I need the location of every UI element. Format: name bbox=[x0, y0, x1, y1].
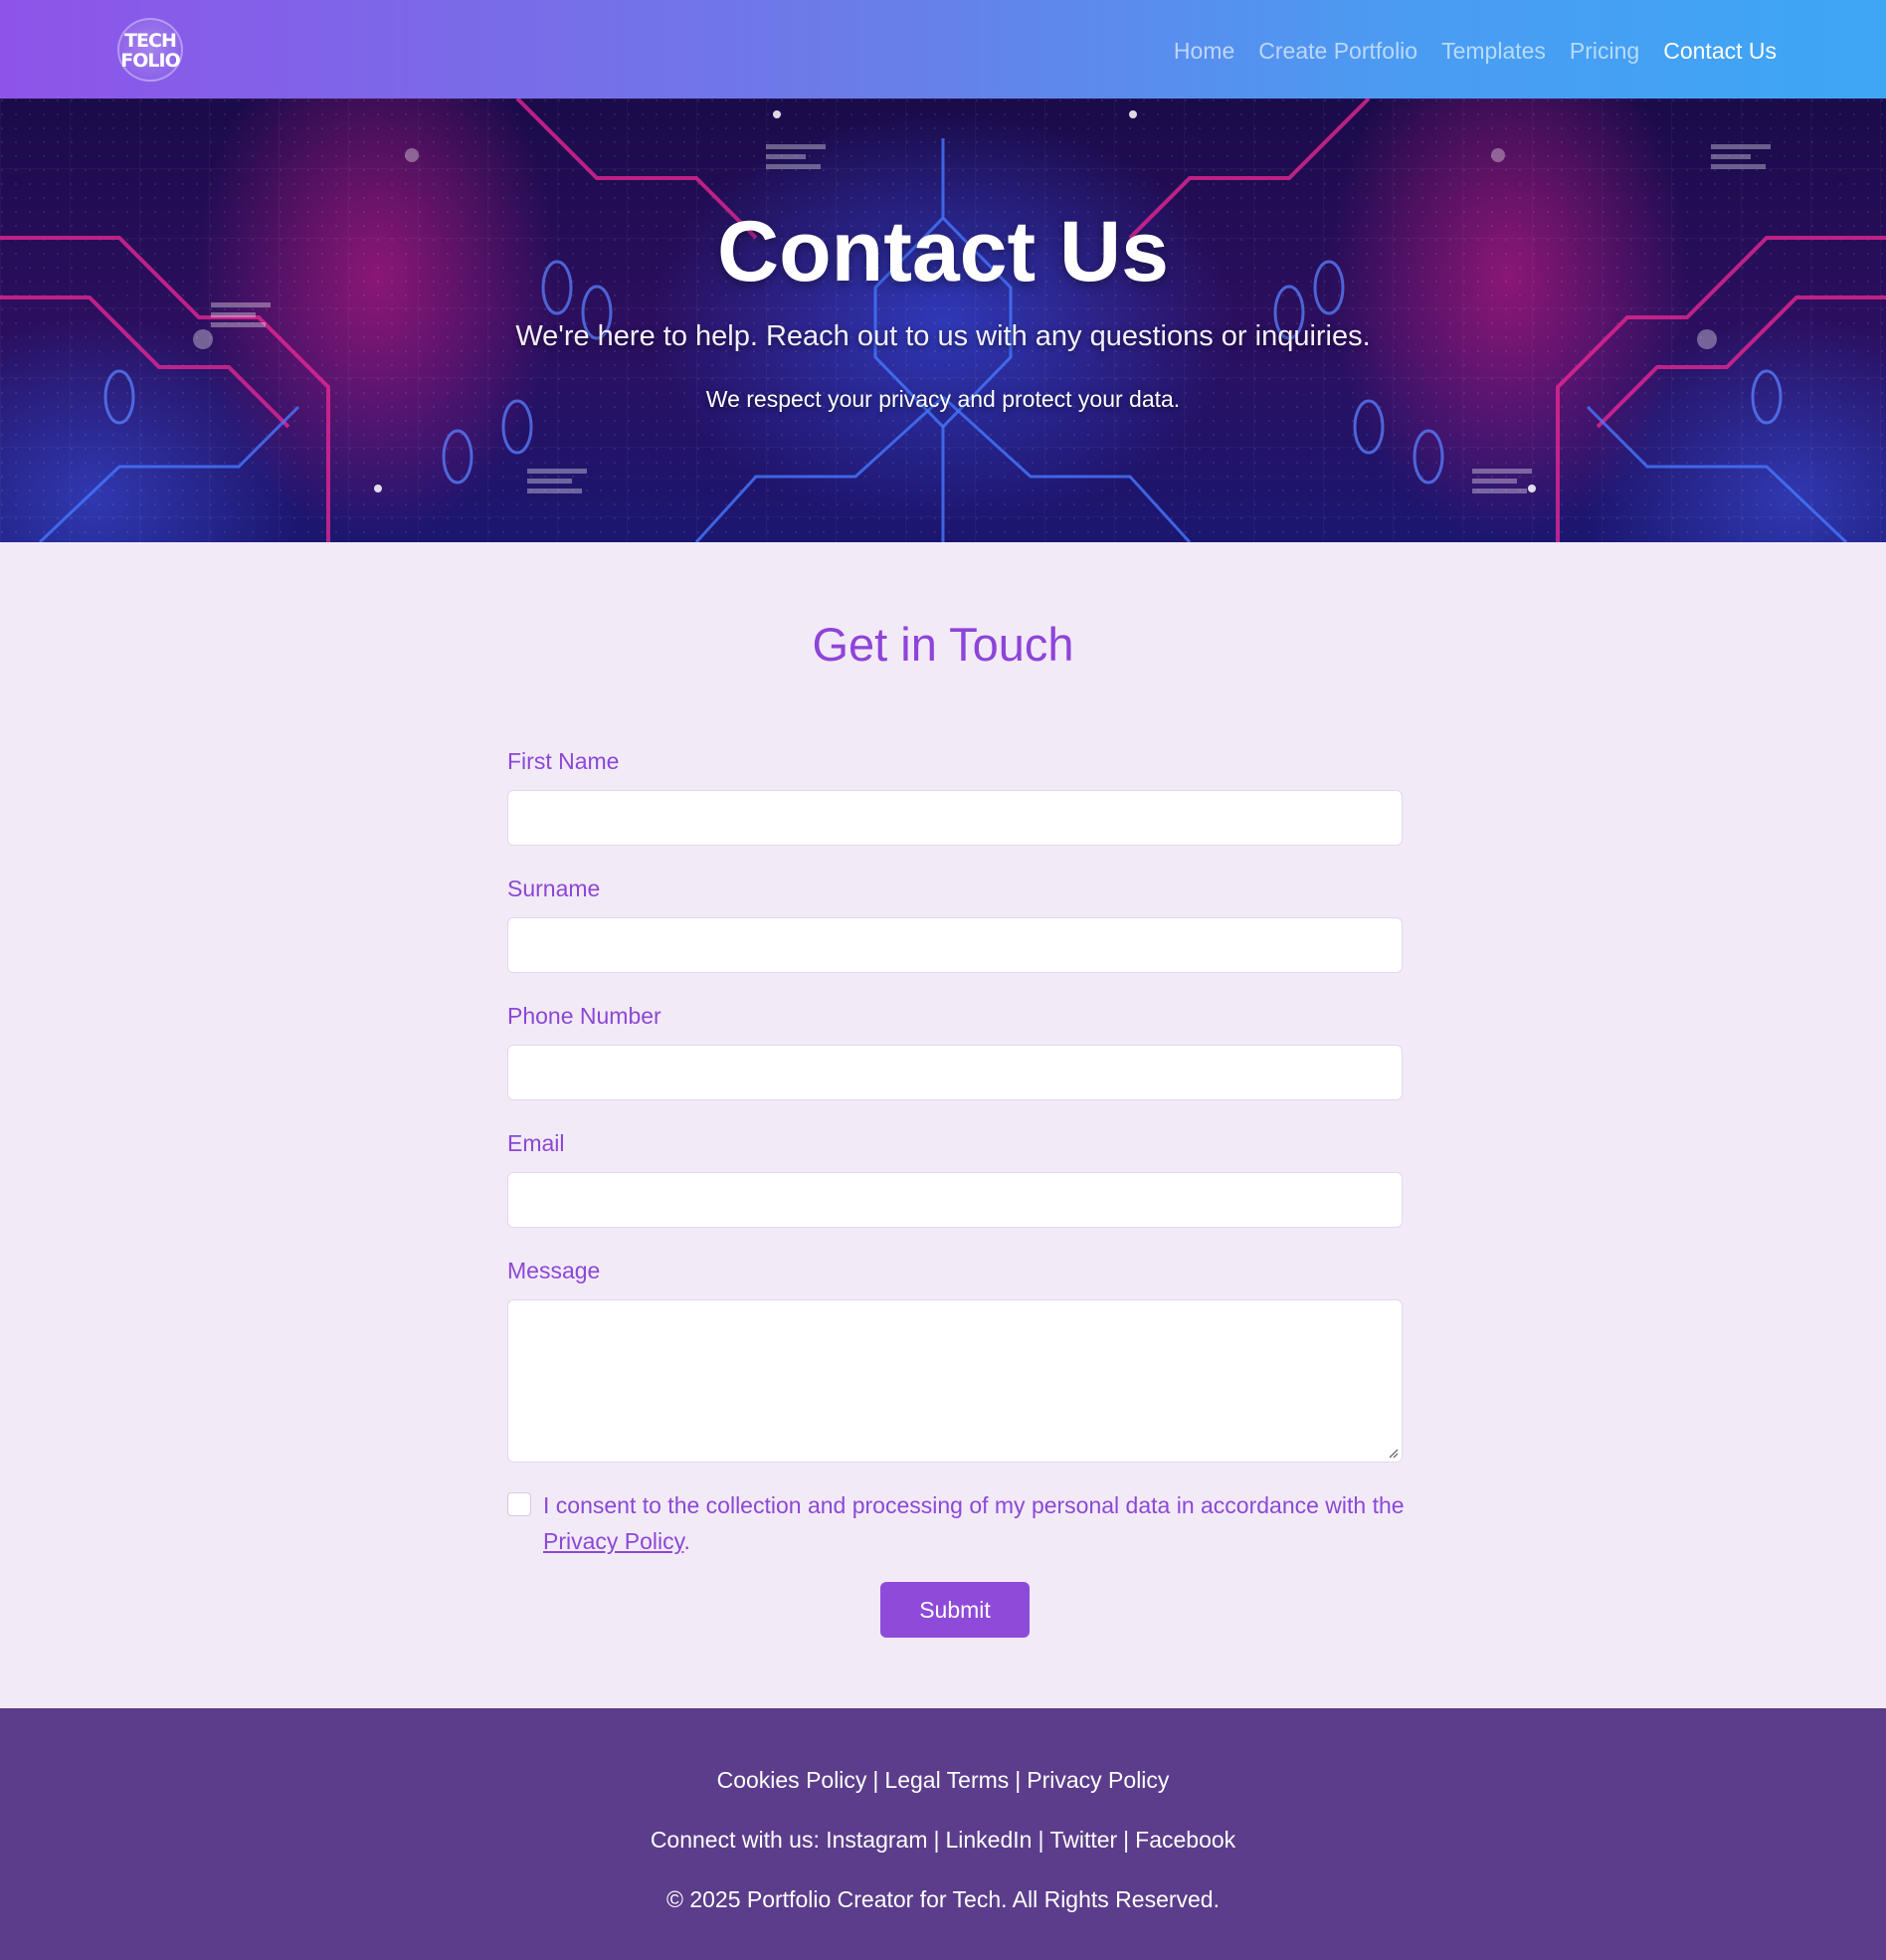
phone-number-input[interactable] bbox=[507, 1045, 1403, 1100]
nav-create-portfolio[interactable]: Create Portfolio bbox=[1258, 34, 1417, 68]
connect-prefix: Connect with us: bbox=[650, 1827, 820, 1853]
consent-text-end: . bbox=[683, 1528, 690, 1554]
message-label: Message bbox=[507, 1258, 601, 1283]
copyright: © 2025 Portfolio Creator for Tech. All R… bbox=[665, 1886, 1220, 1912]
footer-separator: | bbox=[872, 1767, 879, 1793]
phone-number-label: Phone Number bbox=[507, 1003, 661, 1029]
cookies-policy-link[interactable]: Cookies Policy bbox=[717, 1767, 867, 1793]
hero-title: Contact Us bbox=[717, 204, 1169, 299]
first-name-label: First Name bbox=[507, 748, 620, 774]
nav-pricing[interactable]: Pricing bbox=[1570, 34, 1639, 68]
email-input[interactable] bbox=[507, 1172, 1403, 1228]
submit-button[interactable]: Submit bbox=[880, 1582, 1030, 1638]
form-title: Get in Touch bbox=[812, 618, 1074, 671]
hero-subtitle: We're here to help. Reach out to us with… bbox=[515, 320, 1371, 352]
instagram-link[interactable]: Instagram bbox=[826, 1827, 927, 1853]
facebook-link[interactable]: Facebook bbox=[1135, 1827, 1235, 1853]
message-textarea[interactable] bbox=[507, 1299, 1403, 1463]
footer-separator: | bbox=[933, 1827, 940, 1853]
footer-separator: | bbox=[1123, 1827, 1130, 1853]
nav-templates[interactable]: Templates bbox=[1441, 34, 1546, 68]
twitter-link[interactable]: Twitter bbox=[1049, 1827, 1117, 1853]
surname-input[interactable] bbox=[507, 917, 1403, 973]
main-nav: Home Create Portfolio Templates Pricing … bbox=[1150, 34, 1777, 68]
site-header: TECH FOLIO Home Create Portfolio Templat… bbox=[0, 0, 1886, 98]
consent-text: I consent to the collection and processi… bbox=[543, 1487, 1409, 1559]
logo-line-2: FOLIO bbox=[120, 50, 180, 72]
surname-label: Surname bbox=[507, 876, 601, 901]
legal-terms-link[interactable]: Legal Terms bbox=[884, 1767, 1009, 1793]
email-label: Email bbox=[507, 1130, 565, 1156]
privacy-policy-link[interactable]: Privacy Policy bbox=[543, 1528, 683, 1554]
consent-text-body: I consent to the collection and processi… bbox=[543, 1492, 1405, 1518]
footer-policy-links: Cookies Policy | Legal Terms | Privacy Polic… bbox=[0, 1764, 1886, 1796]
footer-separator: | bbox=[1037, 1827, 1044, 1853]
footer-privacy-policy-link[interactable]: Privacy Policy bbox=[1027, 1767, 1169, 1793]
hero-banner: Contact Us We're here to help. Reach out… bbox=[0, 98, 1886, 542]
nav-home[interactable]: Home bbox=[1174, 34, 1234, 68]
techfolio-logo[interactable]: TECH FOLIO bbox=[117, 18, 183, 82]
resize-grip-icon[interactable] bbox=[1387, 1447, 1399, 1459]
footer-separator: | bbox=[1015, 1767, 1022, 1793]
nav-contact-us[interactable]: Contact Us bbox=[1663, 34, 1777, 68]
site-footer: Cookies Policy | Legal Terms | Privacy Polic… bbox=[0, 1708, 1886, 1960]
footer-social-links: Connect with us: Instagram | LinkedIn | Twit… bbox=[0, 1824, 1886, 1856]
first-name-input[interactable] bbox=[507, 790, 1403, 846]
consent-checkbox[interactable] bbox=[507, 1492, 531, 1516]
linkedin-link[interactable]: LinkedIn bbox=[945, 1827, 1032, 1853]
logo-line-1: TECH bbox=[124, 30, 177, 52]
hero-privacy-note: We respect your privacy and protect your… bbox=[705, 386, 1181, 412]
